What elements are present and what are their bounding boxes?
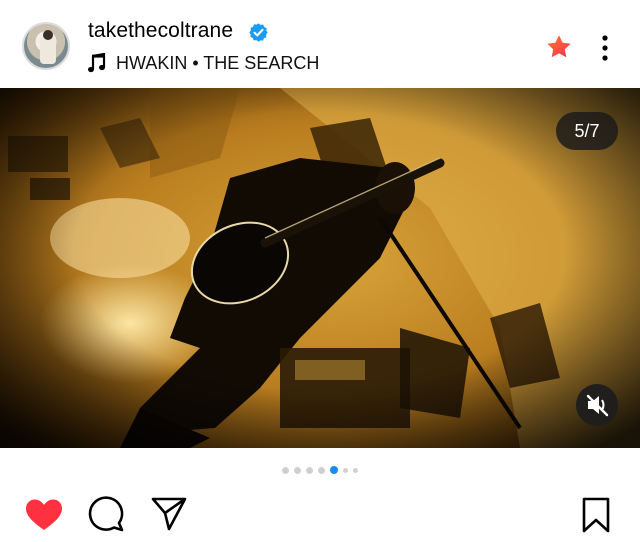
username[interactable]: takethecoltrane <box>88 19 233 43</box>
post-header: takethecoltrane HWAKIN • THE SEARCH <box>0 0 640 88</box>
heart-icon[interactable] <box>25 498 63 532</box>
carousel-dot <box>294 466 301 474</box>
star-icon[interactable] <box>545 33 573 61</box>
carousel-dot-active <box>330 466 338 474</box>
carousel-indicator <box>0 466 640 474</box>
verified-badge-icon <box>249 23 268 42</box>
sound-off-icon[interactable] <box>576 384 618 426</box>
carousel-counter: 5/7 <box>556 112 618 150</box>
carousel-dot <box>318 466 325 474</box>
carousel-dot <box>282 466 289 474</box>
post-media[interactable]: 5/7 <box>0 88 640 448</box>
bookmark-icon[interactable] <box>581 497 611 533</box>
carousel-dot <box>353 467 358 473</box>
music-note-icon <box>88 53 106 73</box>
photo-guitarist <box>0 88 640 448</box>
avatar[interactable] <box>22 22 70 70</box>
send-icon[interactable] <box>151 497 187 531</box>
music-track: HWAKIN • THE SEARCH <box>116 52 320 73</box>
more-options-icon[interactable] <box>598 34 612 62</box>
music-attribution[interactable]: HWAKIN • THE SEARCH <box>88 52 319 74</box>
carousel-dot <box>343 467 348 473</box>
carousel-dot <box>306 466 313 474</box>
post-actions <box>0 488 640 542</box>
comment-icon[interactable] <box>88 496 124 532</box>
